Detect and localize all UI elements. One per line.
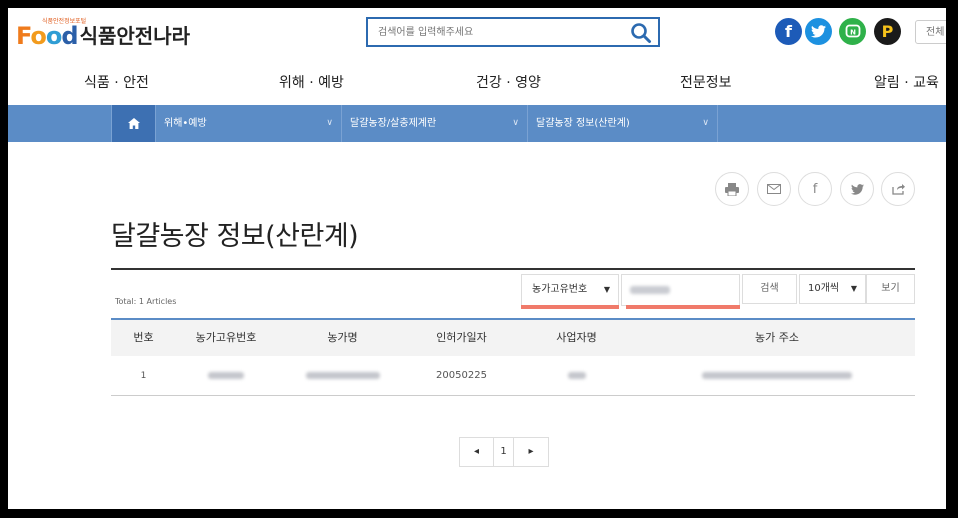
naver-icon[interactable]: N (839, 18, 866, 45)
breadcrumb-item-hazard[interactable]: 위해•예방 ∨ (156, 105, 342, 142)
redacted-value (305, 371, 380, 379)
column-header: 농가고유번호 (195, 331, 257, 344)
cell-farm-id (176, 356, 276, 396)
home-button[interactable] (111, 105, 156, 142)
p-icon[interactable]: P (874, 18, 901, 45)
logo-food-text: Food (16, 22, 79, 50)
breadcrumb-item-egg-farm-info[interactable]: 달걀농장 정보(산란계) ∨ (528, 105, 718, 142)
print-icon (725, 182, 739, 196)
page-number[interactable]: 1 (494, 438, 514, 466)
cell-farm-name (276, 356, 409, 396)
table-row[interactable]: 1 20050225 (111, 356, 915, 396)
breadcrumb-label: 위해•예방 (164, 118, 207, 129)
svg-text:N: N (850, 28, 856, 36)
chevron-down-icon: ∨ (326, 118, 333, 128)
caret-down-icon: ▼ (603, 285, 610, 294)
nav-item-food-safety[interactable]: 식품 · 안전 (84, 72, 149, 92)
mail-button[interactable] (757, 172, 791, 206)
breadcrumb-item-egg-farm[interactable]: 달걀농장/살충제계란 ∨ (342, 105, 528, 142)
page-size-value: 10개씩 (808, 283, 840, 294)
facebook-share-button[interactable]: f (798, 172, 832, 206)
all-menu-button[interactable]: 전체 (915, 20, 946, 44)
twitter-share-button[interactable] (840, 172, 874, 206)
cell-business-name (514, 356, 639, 396)
nav-item-hazard-prevention[interactable]: 위해 · 예방 (279, 72, 344, 92)
nav-item-notice-education[interactable]: 알림 · 교육 (874, 72, 939, 92)
logo-subtitle: 식품안전정보포털 (42, 18, 87, 25)
facebook-icon: f (812, 181, 818, 197)
highlight-underline (626, 305, 740, 309)
view-button[interactable]: 보기 (866, 274, 915, 304)
site-search (366, 17, 660, 47)
highlight-underline (521, 305, 619, 309)
search-field-value: 농가고유번호 (532, 284, 588, 295)
nav-item-health-nutrition[interactable]: 건강 · 영양 (476, 72, 541, 92)
cell-number: 1 (140, 371, 147, 381)
share-icon (891, 184, 905, 195)
twitter-icon[interactable] (805, 18, 832, 45)
title-divider (111, 268, 915, 270)
cell-license-date: 20050225 (436, 370, 487, 381)
breadcrumb: 위해•예방 ∨ 달걀농장/살충제계란 ∨ 달걀농장 정보(산란계) ∨ (8, 105, 946, 142)
breadcrumb-label: 달걀농장 정보(산란계) (536, 118, 630, 129)
column-header: 인허가일자 (436, 331, 487, 344)
page-size-select[interactable]: 10개씩 ▼ (799, 274, 866, 304)
prev-page-button[interactable]: ◂ (460, 438, 494, 466)
column-header: 농가명 (327, 331, 358, 344)
search-button[interactable]: 검색 (742, 274, 797, 304)
redacted-value (567, 371, 586, 379)
column-header: 사업자명 (556, 331, 597, 344)
search-icon[interactable] (630, 22, 652, 44)
search-field-select[interactable]: 농가고유번호 ▼ (521, 274, 619, 306)
keyword-input[interactable] (621, 274, 740, 306)
next-page-button[interactable]: ▸ (514, 438, 548, 466)
print-button[interactable] (715, 172, 749, 206)
redacted-value (208, 371, 244, 379)
redacted-value (630, 286, 670, 294)
nav-item-expert-info[interactable]: 전문정보 (680, 72, 732, 92)
cell-farm-address (639, 356, 915, 396)
redacted-value (702, 371, 852, 379)
search-input[interactable] (368, 19, 638, 45)
column-header: 농가 주소 (755, 331, 799, 344)
breadcrumb-label: 달걀농장/살충제계란 (350, 118, 437, 129)
chevron-down-icon: ∨ (512, 118, 519, 128)
table-header: 번호 농가고유번호 농가명 인허가일자 사업자명 농가 주소 (111, 318, 915, 356)
page-title: 달걀농장 정보(산란계) (111, 221, 359, 252)
page: 식품안전정보포털 Food 식품안전나라 f N P 전체 식품 · 안전 위해… (8, 8, 946, 509)
pagination: ◂ 1 ▸ (459, 437, 549, 467)
total-count: Total: 1 Articles (115, 297, 177, 306)
column-header: 번호 (133, 331, 154, 344)
facebook-icon[interactable]: f (775, 18, 802, 45)
caret-down-icon: ▼ (850, 284, 857, 293)
mail-icon (767, 184, 781, 194)
home-icon (127, 118, 140, 129)
logo-name: 식품안전나라 (79, 24, 191, 48)
site-logo[interactable]: 식품안전정보포털 Food 식품안전나라 (16, 18, 190, 48)
share-button[interactable] (881, 172, 915, 206)
twitter-icon (850, 183, 864, 195)
chevron-down-icon: ∨ (702, 118, 709, 128)
